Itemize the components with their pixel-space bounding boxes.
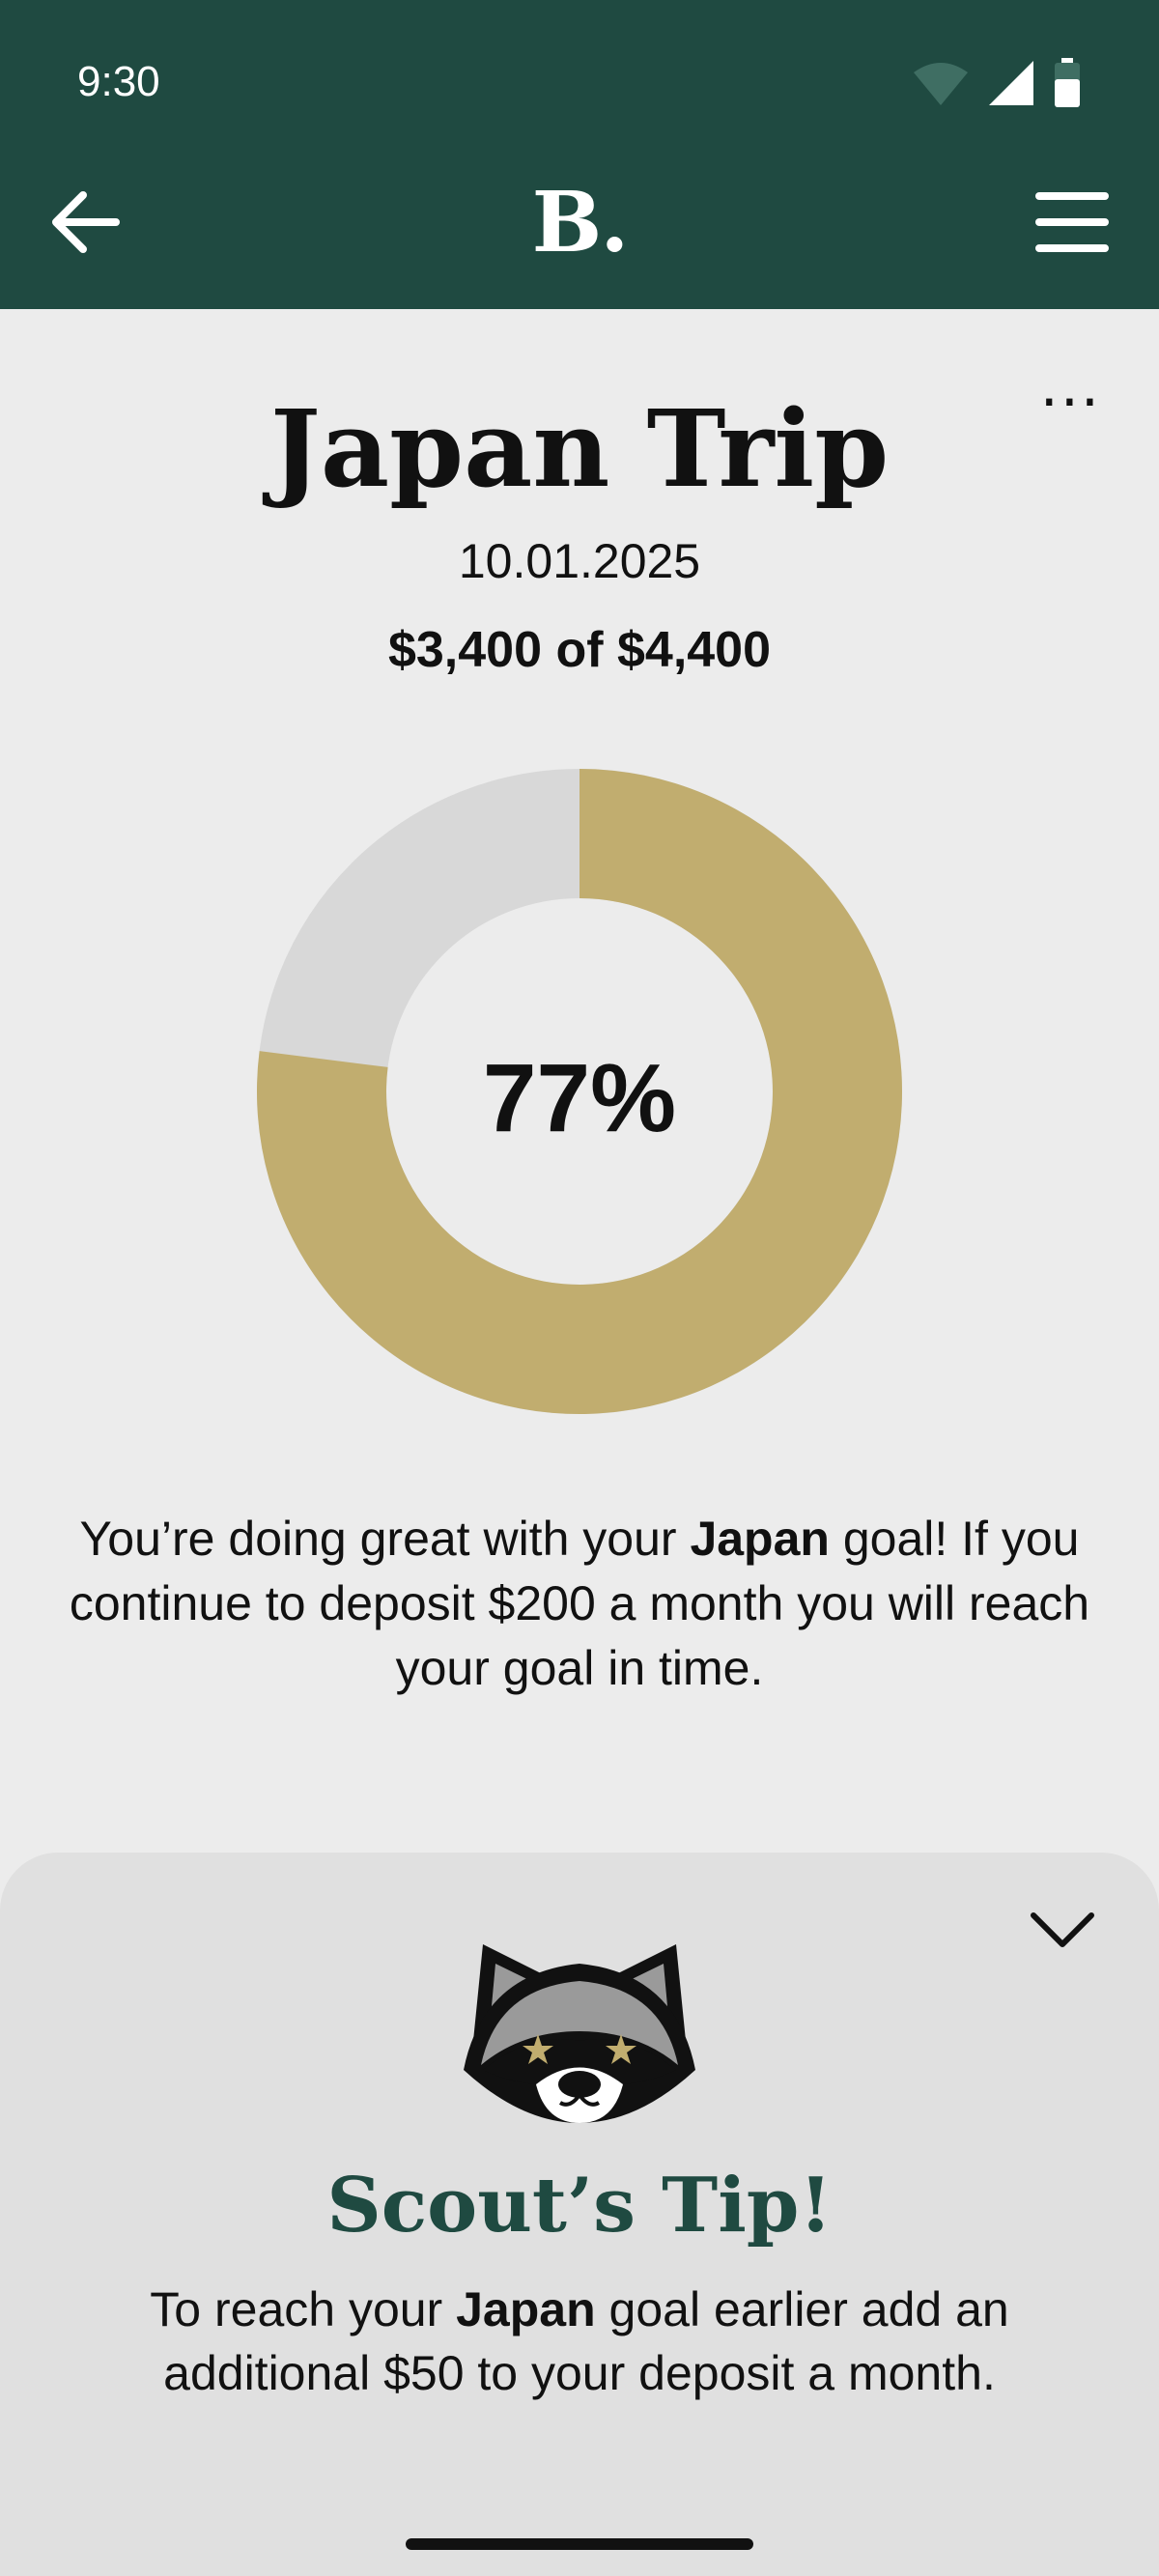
status-time: 9:30 (77, 58, 160, 105)
home-indicator[interactable] (406, 2538, 753, 2550)
signal-icon (989, 61, 1033, 105)
wifi-icon (914, 63, 968, 105)
status-icons (912, 58, 1082, 108)
tip-sheet: Scout’s Tip! To reach your Japan goal ea… (0, 1853, 1159, 2576)
goal-date: 10.01.2025 (458, 534, 701, 588)
raccoon-mascot-icon (464, 1944, 695, 2123)
goal-title: Japan Trip (269, 386, 890, 511)
progress-percent: 77% (482, 1044, 677, 1152)
hamburger-menu-icon (1035, 192, 1109, 252)
collapse-button[interactable] (1024, 1906, 1101, 1954)
tip-title: Scout’s Tip! (326, 2162, 833, 2250)
menu-button[interactable] (1033, 188, 1111, 256)
app-logo[interactable]: B. (0, 174, 1159, 271)
tip-goal-name: Japan (456, 2282, 596, 2336)
progress-message: You’re doing great with your Japan goal!… (58, 1507, 1101, 1701)
tip-text: To reach your Japan goal earlier add an … (58, 2278, 1101, 2405)
message-goal-name: Japan (690, 1512, 830, 1566)
app-header: 9:30 B. (0, 0, 1159, 309)
goal-amount: $3,400 of $4,400 (387, 622, 772, 678)
message-text-start: You’re doing great with your (79, 1512, 691, 1566)
chevron-down-icon (1031, 1912, 1094, 1947)
battery-icon (1055, 58, 1080, 107)
tip-text-start: To reach your (150, 2282, 457, 2336)
